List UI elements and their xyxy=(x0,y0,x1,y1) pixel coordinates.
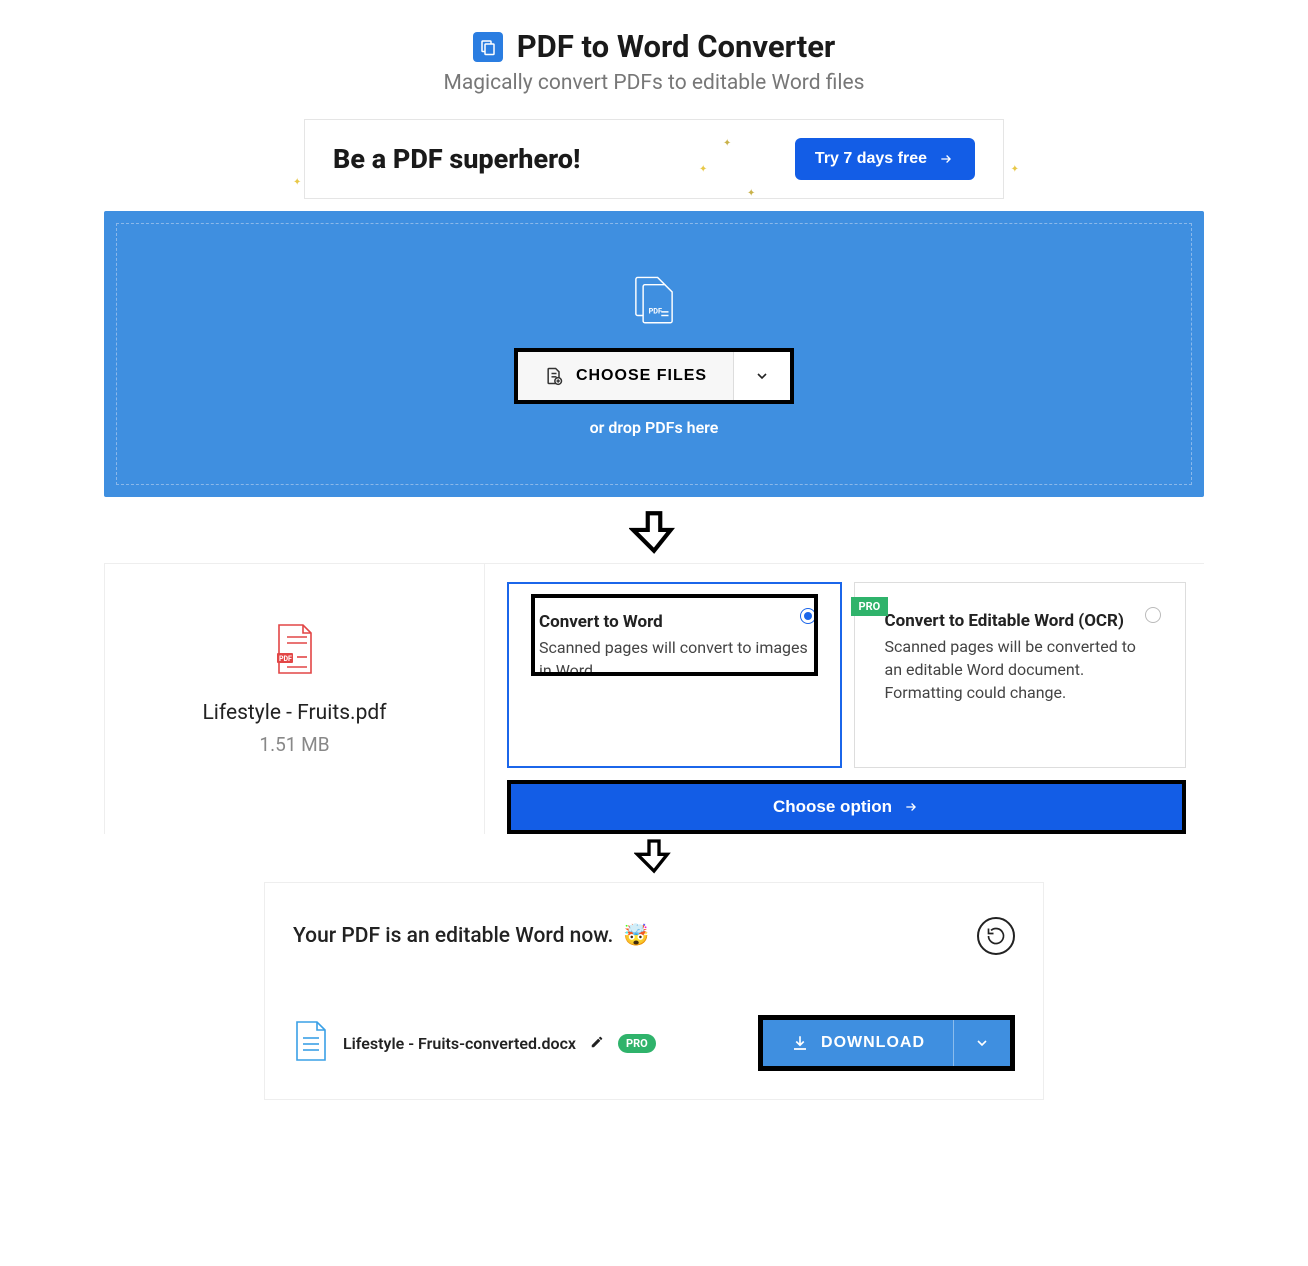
pdf-word-icon xyxy=(473,32,503,62)
pro-pill: PRO xyxy=(618,1034,656,1053)
option-convert-ocr[interactable]: PRO Convert to Editable Word (OCR) Scann… xyxy=(854,582,1187,768)
option-b-desc: Scanned pages will be converted to an ed… xyxy=(885,635,1156,705)
radio-selected-icon xyxy=(800,608,816,624)
page-title: PDF to Word Converter xyxy=(517,28,836,65)
dropzone-hint: or drop PDFs here xyxy=(590,418,719,437)
refresh-icon xyxy=(986,926,1006,946)
page-subtitle: Magically convert PDFs to editable Word … xyxy=(104,71,1204,95)
arrow-down-icon xyxy=(634,836,674,876)
try-free-label: Try 7 days free xyxy=(815,150,927,168)
option-convert-to-word[interactable]: Convert to Word Scanned pages will conve… xyxy=(507,582,842,768)
pdf-file-icon: PDF xyxy=(273,623,317,679)
choose-files-label: CHOOSE FILES xyxy=(576,367,707,385)
exploding-head-emoji: 🤯 xyxy=(623,924,649,948)
promo-title: Be a PDF superhero! xyxy=(333,143,580,175)
svg-text:PDF: PDF xyxy=(649,306,662,315)
arrow-down-icon xyxy=(629,507,679,557)
try-free-button[interactable]: Try 7 days free xyxy=(795,138,975,180)
download-dropdown[interactable] xyxy=(953,1020,1010,1066)
choose-files-group: CHOOSE FILES xyxy=(514,348,794,404)
flow-arrow-1 xyxy=(104,497,1204,563)
pencil-icon xyxy=(590,1035,604,1049)
retry-button[interactable] xyxy=(977,917,1015,955)
download-icon xyxy=(791,1034,809,1052)
upload-dropzone[interactable]: PDF CHOOSE FILES or drop PDFs here xyxy=(104,211,1204,497)
page-header: PDF to Word Converter Magically convert … xyxy=(104,28,1204,95)
choose-files-button[interactable]: CHOOSE FILES xyxy=(518,352,733,400)
edit-filename-button[interactable] xyxy=(590,1034,604,1053)
result-message: Your PDF is an editable Word now. xyxy=(293,924,613,948)
arrow-right-icon xyxy=(902,800,920,814)
choose-option-label: Choose option xyxy=(773,797,892,817)
arrow-right-icon xyxy=(937,152,955,166)
choose-files-dropdown[interactable] xyxy=(733,352,790,400)
option-b-title: Convert to Editable Word (OCR) xyxy=(885,611,1156,631)
choose-option-button[interactable]: Choose option xyxy=(511,784,1182,830)
svg-text:PDF: PDF xyxy=(279,655,292,663)
flow-arrow-2 xyxy=(104,834,1204,882)
radio-unselected-icon xyxy=(1145,607,1161,623)
file-plus-icon xyxy=(544,366,564,386)
download-label: DOWNLOAD xyxy=(821,1034,925,1052)
file-stack-icon: PDF xyxy=(625,272,683,334)
result-filename: Lifestyle - Fruits-converted.docx xyxy=(343,1034,576,1053)
uploaded-file-panel: PDF Lifestyle - Fruits.pdf 1.51 MB xyxy=(105,564,485,834)
chevron-down-icon xyxy=(754,368,770,384)
uploaded-file-name: Lifestyle - Fruits.pdf xyxy=(202,701,386,725)
download-group: DOWNLOAD xyxy=(758,1015,1015,1071)
uploaded-file-size: 1.51 MB xyxy=(259,733,329,756)
chevron-down-icon xyxy=(974,1035,990,1051)
download-button[interactable]: DOWNLOAD xyxy=(763,1020,953,1066)
option-a-desc: Scanned pages will convert to images in … xyxy=(539,636,810,682)
option-a-title: Convert to Word xyxy=(539,612,810,632)
conversion-stage: PDF Lifestyle - Fruits.pdf 1.51 MB Conve… xyxy=(104,563,1204,834)
result-panel: Your PDF is an editable Word now. 🤯 Life… xyxy=(264,882,1044,1100)
promo-banner: ✦ ✦ ✦ ✦ ✦ Be a PDF superhero! Try 7 days… xyxy=(304,119,1004,199)
doc-file-icon xyxy=(293,1020,329,1066)
pro-badge: PRO xyxy=(851,597,889,616)
